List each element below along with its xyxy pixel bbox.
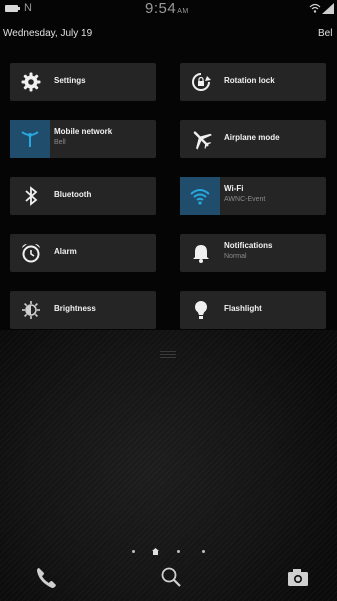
rotation-lock-label: Rotation lock <box>224 76 275 85</box>
notifications-tile[interactable]: Notifications Normal <box>180 234 326 272</box>
wifi-icon <box>190 189 210 205</box>
bluetooth-label: Bluetooth <box>54 190 92 199</box>
brightness-label: Brightness <box>54 304 96 313</box>
gear-icon <box>21 72 41 92</box>
mobile-network-tile[interactable]: Mobile network Bell <box>10 120 156 158</box>
settings-label: Settings <box>54 76 86 85</box>
bell-icon <box>193 245 209 263</box>
camera-icon[interactable] <box>283 563 313 593</box>
alarm-tile[interactable]: Alarm <box>10 234 156 272</box>
airplane-icon <box>193 131 212 150</box>
date-label: Wednesday, July 19 <box>3 28 93 39</box>
notifications-status: Normal <box>224 253 247 260</box>
flashlight-tile[interactable]: Flashlight <box>180 291 326 329</box>
wifi-icon <box>309 3 321 13</box>
phone-icon[interactable] <box>32 563 62 593</box>
airplane-mode-label: Airplane mode <box>224 133 280 142</box>
bluetooth-tile[interactable]: Bluetooth <box>10 177 156 215</box>
carrier-label: Bel <box>318 28 333 39</box>
notifications-label: Notifications <box>224 241 273 250</box>
lightbulb-icon <box>195 301 207 319</box>
battery-icon <box>5 5 20 12</box>
signal-icon <box>322 3 334 14</box>
wifi-network-name: AWNC-Event <box>224 196 266 203</box>
status-bar: N 9:54AM <box>0 0 337 20</box>
notification-icon: N <box>24 2 32 14</box>
shade-drag-handle[interactable] <box>160 351 176 359</box>
wifi-label: Wi-Fi <box>224 184 244 193</box>
quick-settings-shade <box>0 0 337 330</box>
mobile-network-status: Bell <box>54 139 66 146</box>
antenna-icon <box>21 131 39 147</box>
status-clock: 9:54AM <box>145 0 189 17</box>
alarm-clock-icon <box>22 244 40 263</box>
airplane-mode-tile[interactable]: Airplane mode <box>180 120 326 158</box>
rotation-lock-icon <box>192 73 211 91</box>
bluetooth-icon <box>25 186 38 206</box>
rotation-lock-tile[interactable]: Rotation lock <box>180 63 326 101</box>
handle-line <box>160 351 176 352</box>
settings-tile[interactable]: Settings <box>10 63 156 101</box>
page-dot[interactable] <box>176 550 180 554</box>
home-page-icon[interactable] <box>152 548 160 556</box>
brightness-icon <box>22 301 40 319</box>
page-dot[interactable] <box>131 550 135 554</box>
status-ampm: AM <box>177 8 189 15</box>
alarm-label: Alarm <box>54 247 77 256</box>
mobile-network-label: Mobile network <box>54 127 113 136</box>
handle-line <box>160 354 176 355</box>
flashlight-label: Flashlight <box>224 304 262 313</box>
brightness-tile[interactable]: Brightness <box>10 291 156 329</box>
status-time: 9:54 <box>145 0 177 17</box>
handle-line <box>160 357 176 358</box>
page-indicator <box>0 543 337 556</box>
page-dot[interactable] <box>202 550 206 554</box>
search-icon[interactable] <box>156 563 186 593</box>
wifi-tile[interactable]: Wi-Fi AWNC-Event <box>180 177 326 215</box>
